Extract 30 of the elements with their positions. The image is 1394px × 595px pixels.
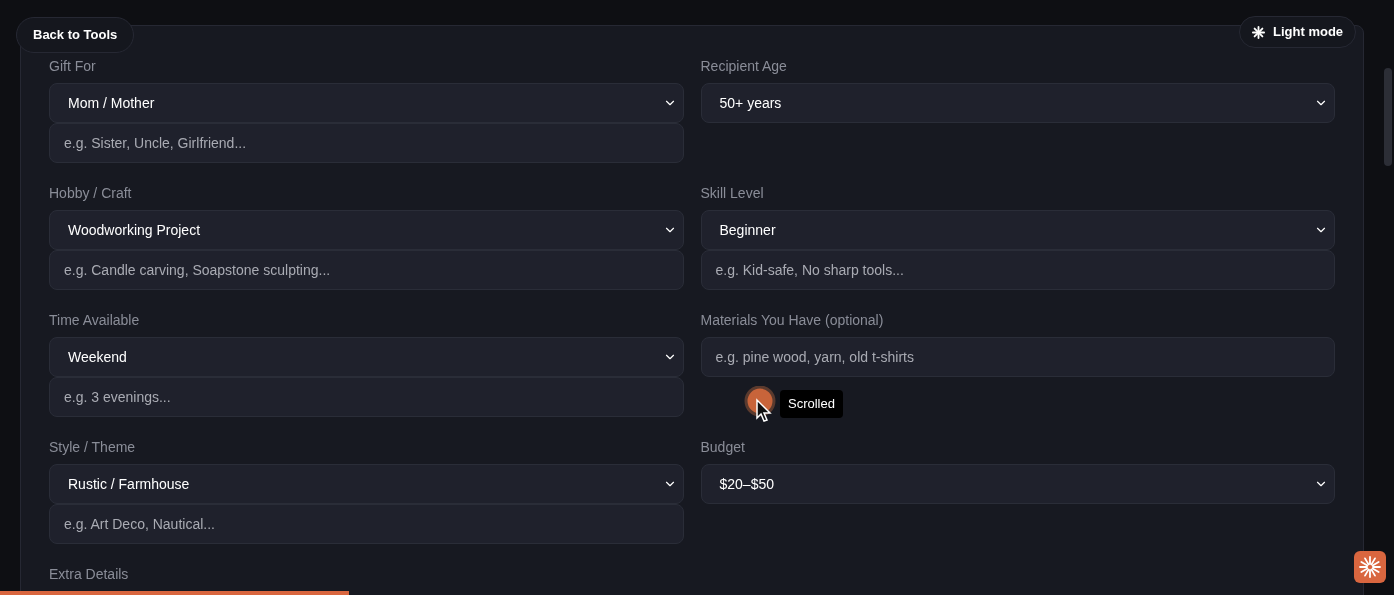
assistant-button[interactable] — [1354, 551, 1386, 583]
select-field[interactable]: Beginner — [700, 210, 1335, 250]
input-field[interactable]: e.g. Art Deco, Nautical... — [49, 504, 684, 544]
select-field[interactable]: 50+ years — [700, 83, 1335, 123]
field-label: Materials You Have (optional) — [700, 311, 884, 330]
select-field[interactable]: Woodworking Project — [49, 210, 684, 250]
field-label: Extra Details — [49, 565, 129, 584]
field-label: Hobby / Craft — [49, 184, 132, 203]
cursor-icon — [744, 386, 778, 424]
field-label: Style / Theme — [49, 438, 136, 457]
field-label: Time Available — [49, 311, 140, 330]
input-field[interactable]: e.g. 3 evenings... — [49, 377, 684, 417]
starburst-icon — [1359, 556, 1381, 578]
sun-icon — [1252, 25, 1265, 39]
theme-button[interactable]: Light mode — [1239, 16, 1357, 48]
field-label: Budget — [700, 438, 745, 457]
select-field[interactable]: $20–$50 — [700, 464, 1335, 504]
select-field[interactable]: Mom / Mother — [49, 83, 684, 123]
select-field[interactable]: Weekend — [49, 337, 684, 377]
select-field[interactable]: Rustic / Farmhouse — [49, 464, 684, 504]
cursor-tooltip: Scrolled — [780, 390, 843, 418]
field-label: Gift For — [49, 57, 96, 76]
input-field[interactable]: e.g. Kid-safe, No sharp tools... — [700, 250, 1335, 290]
input-field[interactable]: e.g. pine wood, yarn, old t-shirts — [700, 337, 1335, 377]
field-label: Recipient Age — [700, 57, 787, 76]
field-label: Skill Level — [700, 184, 764, 203]
back-button[interactable]: Back to Tools — [16, 17, 135, 53]
input-field[interactable]: e.g. Sister, Uncle, Girlfriend... — [49, 123, 684, 163]
input-field[interactable]: e.g. Candle carving, Soapstone sculpting... — [49, 250, 684, 290]
scrollbar-thumb[interactable] — [1384, 68, 1392, 166]
